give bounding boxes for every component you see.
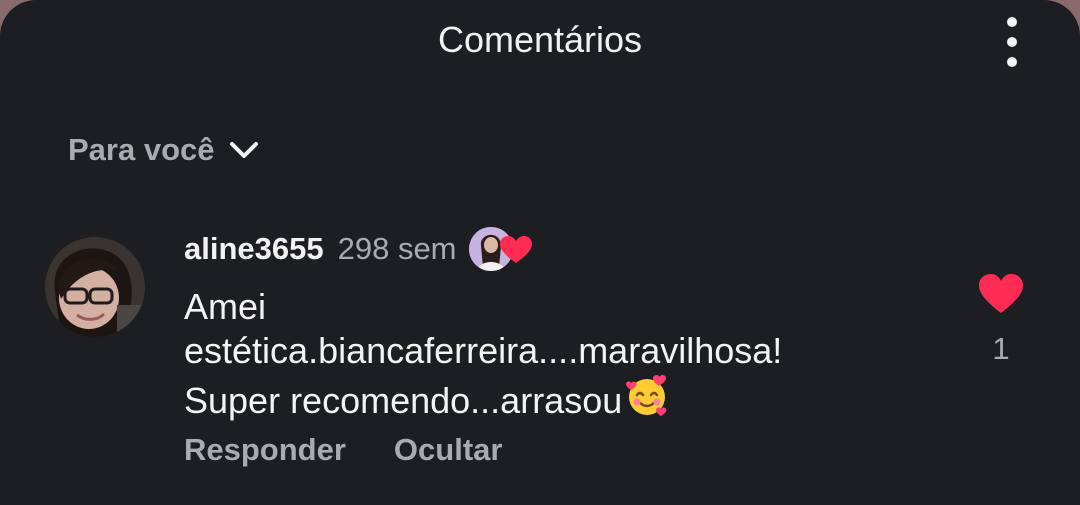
- comment-line-2: estética.biancaferreira....maravilhosa!: [184, 330, 783, 371]
- heart-icon[interactable]: [977, 272, 1025, 316]
- comment-line-1: Amei: [184, 286, 267, 327]
- username[interactable]: aline3655: [184, 231, 324, 267]
- chevron-down-icon: [229, 142, 258, 158]
- like-count: 1: [992, 331, 1010, 366]
- comment-line-3: Super recomendo...arrasou: [184, 373, 904, 423]
- avatar[interactable]: [45, 237, 145, 337]
- reply-button[interactable]: Responder: [184, 428, 346, 472]
- comments-sheet: Comentários Para você aline3655 298 sem: [0, 0, 1080, 505]
- comment-time: 298 sem: [337, 231, 457, 266]
- smiling-face-with-hearts-icon: [626, 375, 667, 416]
- comment-meta: aline3655 298 sem: [184, 227, 533, 271]
- hide-button[interactable]: Ocultar: [394, 428, 503, 472]
- user-photo: [45, 237, 145, 337]
- comment-line-3-text: Super recomendo...arrasou: [184, 380, 623, 421]
- more-vertical-icon[interactable]: [996, 14, 1028, 70]
- comment-filter-dropdown[interactable]: Para você: [68, 128, 259, 172]
- creator-liked-badge: [468, 225, 533, 273]
- creator-heart-icon: [499, 236, 532, 263]
- sheet-title: Comentários: [437, 19, 643, 60]
- comment-actions: Responder Ocultar: [184, 428, 502, 472]
- filter-label: Para você: [68, 132, 215, 167]
- comment-text: Amei estética.biancaferreira....maravilh…: [184, 285, 904, 423]
